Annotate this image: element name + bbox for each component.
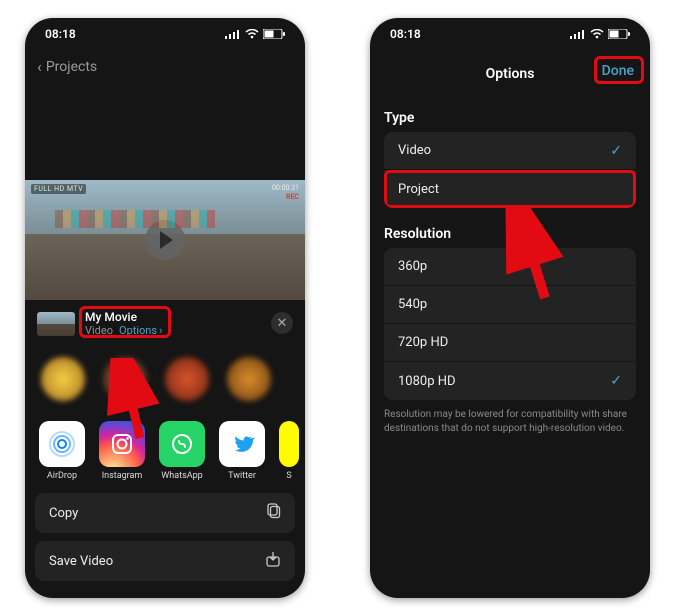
action-save-video[interactable]: Save Video <box>35 541 295 581</box>
play-icon <box>160 231 173 249</box>
share-title-block: My Movie Video Options › <box>85 310 162 337</box>
action-copy[interactable]: Copy <box>35 493 295 533</box>
type-option-video[interactable]: Video ✓ <box>384 132 636 170</box>
hud-top-right: 00:00:31 REC <box>272 184 299 202</box>
type-option-project[interactable]: Project <box>384 170 636 208</box>
chevron-left-icon: ‹ <box>37 59 42 75</box>
contact-avatar[interactable] <box>165 357 209 401</box>
share-subtitle-type: Video <box>85 324 113 337</box>
instagram-icon <box>99 421 145 467</box>
copy-icon <box>265 503 281 523</box>
wifi-icon <box>245 29 259 39</box>
checkmark-icon: ✓ <box>610 143 622 159</box>
resolution-footnote: Resolution may be lowered for compatibil… <box>370 402 650 435</box>
share-actions: Copy Save Video <box>25 493 305 581</box>
chevron-right-icon: › <box>159 324 162 337</box>
download-icon <box>265 551 281 571</box>
option-label: 1080p HD <box>398 374 456 389</box>
status-bar: 08:18 <box>370 18 650 50</box>
option-label: Project <box>398 182 439 197</box>
share-header: My Movie Video Options › ✕ <box>25 300 305 347</box>
status-time: 08:18 <box>45 27 76 41</box>
option-label: 720p HD <box>398 335 448 350</box>
app-more[interactable]: S <box>279 421 299 481</box>
contact-avatar[interactable] <box>103 357 147 401</box>
hud-rec: REC <box>272 193 299 202</box>
app-instagram[interactable]: Instagram <box>99 421 145 481</box>
share-thumbnail <box>37 312 75 336</box>
app-label: Twitter <box>228 471 256 481</box>
action-label: Copy <box>49 506 78 521</box>
resolution-option-list: 360p 540p 720p HD 1080p HD ✓ <box>384 248 636 400</box>
share-apps-row: AirDrop Instagram WhatsApp Twitter S <box>25 415 305 493</box>
signal-icon <box>225 29 241 39</box>
resolution-720p[interactable]: 720p HD <box>384 324 636 362</box>
resolution-section: Resolution 360p 540p 720p HD 1080p HD ✓ <box>370 210 650 402</box>
option-label: 360p <box>398 259 427 274</box>
phone-share-sheet: 08:18 ‹ Projects FULL HD MTV 00:00:31 RE… <box>25 18 305 598</box>
option-label: Video <box>398 143 431 158</box>
hud-timecode: 00:00:31 <box>272 184 299 193</box>
checkmark-icon: ✓ <box>610 373 622 389</box>
contact-avatar[interactable] <box>227 357 271 401</box>
resolution-540p[interactable]: 540p <box>384 286 636 324</box>
status-indicators <box>225 29 285 39</box>
app-label: Instagram <box>102 471 143 481</box>
twitter-icon <box>219 421 265 467</box>
preview-art <box>55 210 215 228</box>
option-label: 540p <box>398 297 427 312</box>
app-twitter[interactable]: Twitter <box>219 421 265 481</box>
done-button[interactable]: Done <box>596 60 640 82</box>
status-time: 08:18 <box>390 27 421 41</box>
resolution-1080p[interactable]: 1080p HD ✓ <box>384 362 636 400</box>
type-section: Type Video ✓ Project <box>370 94 650 210</box>
whatsapp-icon <box>159 421 205 467</box>
app-label: S <box>286 471 291 481</box>
share-title: My Movie <box>85 310 162 324</box>
close-icon: ✕ <box>277 316 288 331</box>
video-preview[interactable]: FULL HD MTV 00:00:31 REC <box>25 180 305 300</box>
contact-suggestions <box>25 347 305 415</box>
resolution-section-label: Resolution <box>384 226 636 242</box>
share-options-link[interactable]: Options › <box>119 324 162 337</box>
wifi-icon <box>590 29 604 39</box>
contact-avatar[interactable] <box>41 357 85 401</box>
battery-icon <box>608 29 630 39</box>
phone-options-sheet: 08:18 Options Done Type Video ✓ Project <box>370 18 650 598</box>
battery-icon <box>263 29 285 39</box>
back-label: Projects <box>46 59 97 75</box>
app-label: AirDrop <box>47 471 77 481</box>
signal-icon <box>570 29 586 39</box>
airdrop-icon <box>39 421 85 467</box>
resolution-360p[interactable]: 360p <box>384 248 636 286</box>
hud-top-left: FULL HD MTV <box>31 184 86 194</box>
app-airdrop[interactable]: AirDrop <box>39 421 85 481</box>
share-options-label: Options <box>119 324 157 337</box>
close-button[interactable]: ✕ <box>271 312 293 334</box>
status-bar: 08:18 <box>25 18 305 50</box>
app-label: WhatsApp <box>161 471 202 481</box>
app-whatsapp[interactable]: WhatsApp <box>159 421 205 481</box>
options-title: Options <box>486 66 535 82</box>
back-to-projects[interactable]: ‹ Projects <box>25 50 305 84</box>
action-label: Save Video <box>49 554 113 569</box>
type-option-list: Video ✓ Project <box>384 132 636 208</box>
snap-icon <box>279 421 299 467</box>
options-header: Options Done <box>370 54 650 94</box>
type-section-label: Type <box>384 110 636 126</box>
status-indicators <box>570 29 630 39</box>
